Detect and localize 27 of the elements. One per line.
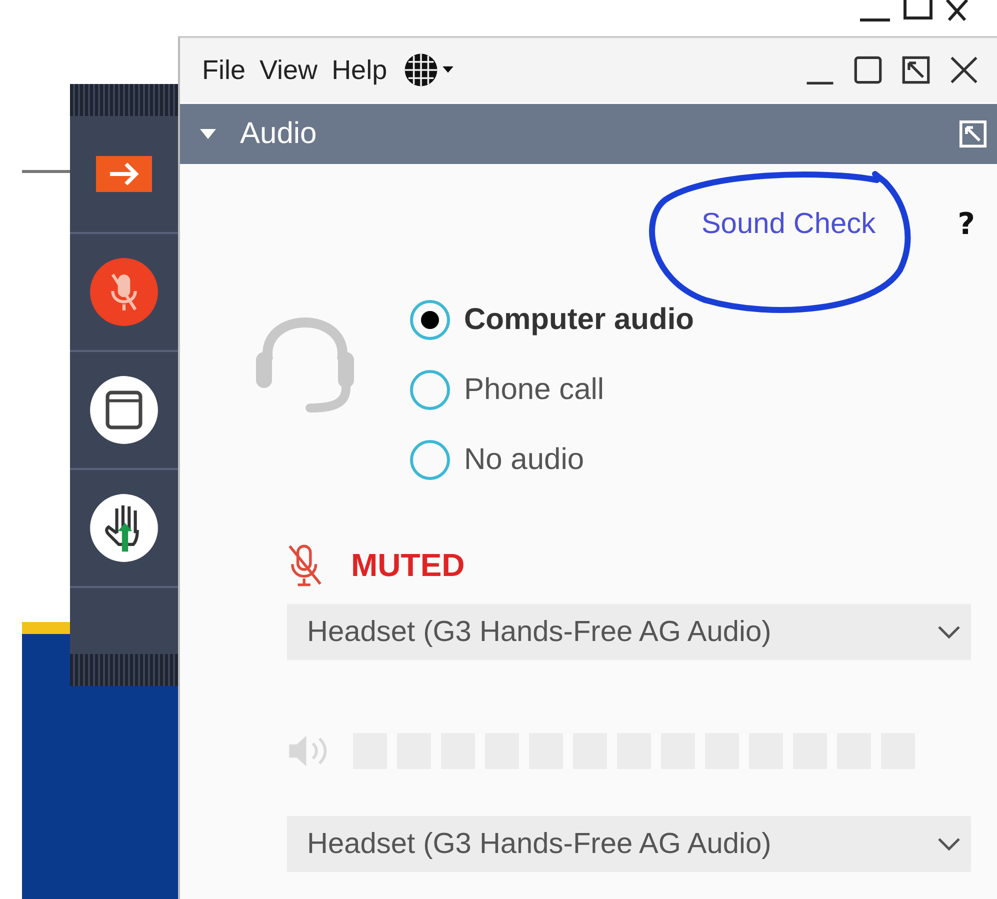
muted-microphone-icon[interactable] [88, 256, 160, 328]
radio-label: Computer audio [464, 303, 694, 337]
drag-handle[interactable] [70, 84, 178, 116]
undock-icon[interactable] [901, 55, 931, 85]
speaker-dropdown[interactable]: Headset (G3 Hands-Free AG Audio) [287, 816, 971, 872]
close-icon[interactable] [949, 55, 979, 85]
window-icon[interactable] [88, 374, 160, 446]
chevron-down-icon [937, 837, 961, 851]
sound-check-link[interactable]: Sound Check [701, 208, 876, 240]
mic-status-label: MUTED [351, 546, 465, 584]
raised-hand-icon[interactable] [88, 492, 160, 564]
microphone-dropdown[interactable]: Headset (G3 Hands-Free AG Audio) [287, 604, 971, 660]
radio-label: No audio [464, 443, 584, 477]
muted-microphone-icon[interactable] [287, 542, 323, 588]
maximize-icon[interactable] [853, 55, 883, 85]
radio-button[interactable] [410, 300, 450, 340]
menu-item[interactable]: Help [328, 50, 392, 90]
panel-title: Audio [240, 117, 317, 151]
radio-button[interactable] [410, 370, 450, 410]
radio-label: Phone call [464, 373, 604, 407]
drag-handle[interactable] [70, 654, 178, 686]
radio-button[interactable] [410, 440, 450, 480]
help-link[interactable]: ? [958, 206, 975, 242]
menu-item[interactable]: File [198, 50, 250, 90]
chevron-down-icon [937, 625, 961, 639]
arrow-right-icon[interactable] [96, 156, 152, 192]
menu-item[interactable]: View [256, 50, 322, 90]
